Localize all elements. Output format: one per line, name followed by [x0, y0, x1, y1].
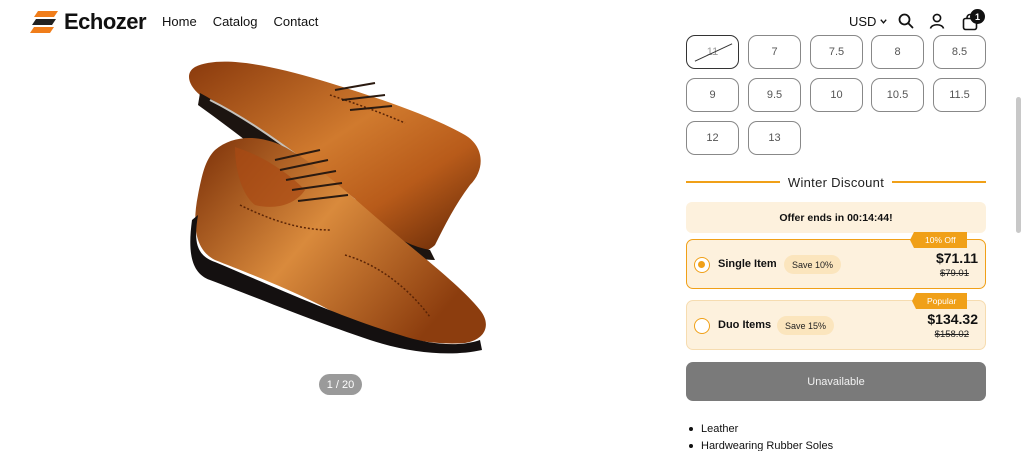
- size-option[interactable]: 7.5: [810, 35, 863, 69]
- radio-unselected[interactable]: [694, 318, 710, 334]
- divider-line: [686, 181, 780, 183]
- bundle-option-single[interactable]: Single Item Save 10% 10% Off $71.11 $79.…: [686, 232, 986, 289]
- radio-selected[interactable]: [694, 257, 710, 273]
- search-icon[interactable]: [897, 12, 915, 30]
- option-ribbon: Popular: [911, 293, 968, 309]
- feature-item: Hardwearing Rubber Soles: [688, 440, 834, 451]
- main-nav: Home Catalog Contact: [162, 14, 318, 29]
- size-option[interactable]: 8.5: [933, 35, 986, 69]
- nav-home[interactable]: Home: [162, 14, 197, 29]
- option-old-price: $158.02: [934, 329, 969, 340]
- size-label: 7: [771, 46, 778, 58]
- currency-label: USD: [849, 14, 877, 29]
- size-label: 11.5: [949, 89, 970, 101]
- save-badge: Save 15%: [777, 316, 835, 335]
- option-ribbon: 10% Off: [910, 232, 967, 248]
- option-label: Single Item: [718, 258, 777, 270]
- size-option[interactable]: 11: [686, 35, 739, 69]
- option-price: $71.11: [935, 250, 978, 266]
- size-option[interactable]: 12: [686, 121, 739, 155]
- size-option[interactable]: 7: [748, 35, 801, 69]
- option-old-price: $79.01: [939, 268, 969, 279]
- product-image[interactable]: [180, 55, 500, 360]
- chevron-down-icon: [880, 19, 888, 24]
- offer-countdown: Offer ends in 00:14:44!: [686, 202, 986, 233]
- option-price: $134.32: [927, 311, 978, 327]
- size-option[interactable]: 8: [871, 35, 924, 69]
- unavailable-button[interactable]: Unavailable: [686, 362, 986, 401]
- size-label: 10.5: [886, 89, 909, 101]
- size-option[interactable]: 9: [686, 78, 739, 112]
- option-label: Duo Items: [718, 319, 772, 331]
- discount-title: Winter Discount: [787, 174, 885, 190]
- site-header: Echozer Home Catalog Contact USD 1: [0, 0, 1024, 44]
- feature-list: Leather Hardwearing Rubber Soles: [688, 423, 834, 451]
- size-option[interactable]: 9.5: [748, 78, 801, 112]
- size-label: 12: [706, 132, 719, 144]
- brand-logo[interactable]: Echozer: [30, 9, 147, 35]
- size-label: 9.5: [766, 89, 783, 101]
- currency-selector[interactable]: USD: [849, 14, 888, 29]
- save-badge: Save 10%: [784, 255, 842, 274]
- divider-line: [892, 181, 986, 183]
- nav-contact[interactable]: Contact: [274, 14, 319, 29]
- size-label: 10: [830, 89, 843, 101]
- size-label: 9: [709, 89, 716, 101]
- discount-heading: Winter Discount: [686, 173, 986, 191]
- size-option[interactable]: 10: [810, 78, 863, 112]
- page-scrollbar[interactable]: [1016, 97, 1021, 233]
- user-icon[interactable]: [928, 12, 946, 30]
- size-label: 8: [894, 46, 901, 58]
- nav-catalog[interactable]: Catalog: [213, 14, 258, 29]
- size-option[interactable]: 13: [748, 121, 801, 155]
- size-label: 13: [768, 132, 781, 144]
- size-label: 7.5: [828, 46, 845, 58]
- size-option[interactable]: 11.5: [933, 78, 986, 112]
- cart-count-badge: 1: [970, 9, 985, 24]
- feature-item: Leather: [688, 423, 833, 435]
- size-label: 8.5: [951, 46, 968, 58]
- size-option[interactable]: 10.5: [871, 78, 924, 112]
- brand-name: Echozer: [64, 9, 147, 34]
- gallery-pager[interactable]: 1 / 20: [319, 374, 362, 395]
- bundle-option-duo[interactable]: Duo Items Save 15% Popular $134.32 $158.…: [686, 293, 986, 350]
- logo-mark-icon: [30, 11, 58, 33]
